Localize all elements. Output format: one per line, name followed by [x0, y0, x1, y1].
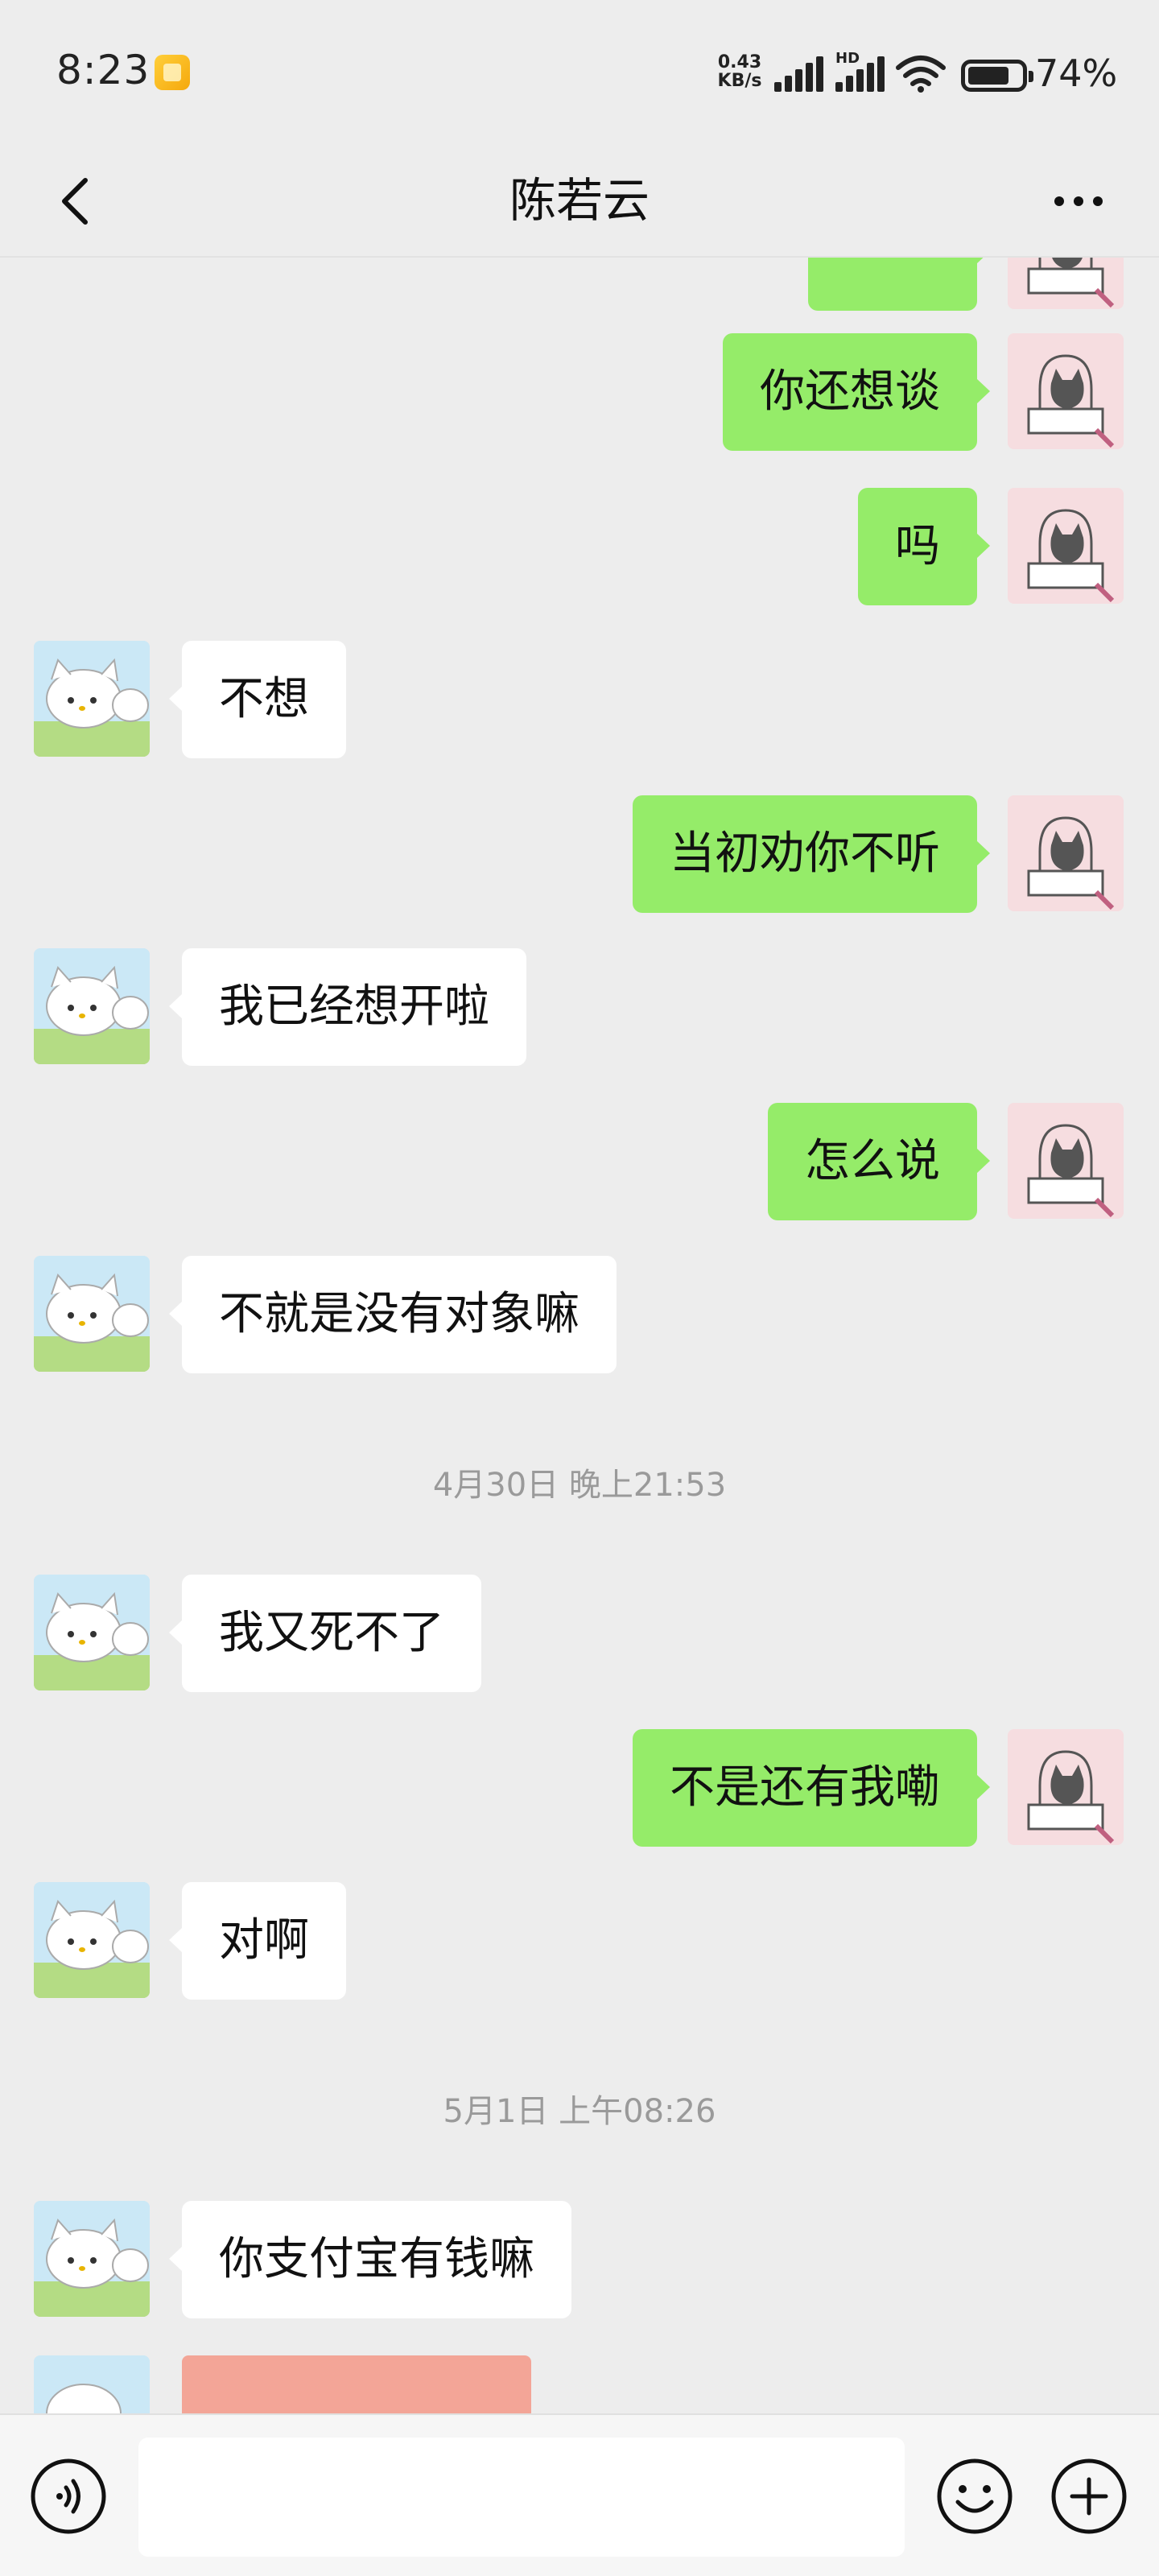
kitty-avatar-icon [34, 2355, 150, 2415]
avatar-theirs[interactable] [34, 2355, 150, 2415]
network-speed: 0.43 KB/s [711, 53, 768, 90]
message-bubble-theirs[interactable]: 你支付宝有钱嘛 [169, 2201, 571, 2318]
message-bubble-theirs[interactable]: 对啊 [169, 1882, 346, 2000]
avatar-mine[interactable] [1008, 258, 1124, 309]
kitty-avatar-icon [34, 2201, 150, 2317]
battery-icon [961, 60, 1033, 92]
avatar-theirs[interactable] [34, 1256, 150, 1372]
signal-icon [774, 56, 826, 92]
kitty-avatar-icon [34, 1882, 150, 1998]
network-speed-unit: KB/s [717, 71, 762, 91]
battery-percent: 74% [1035, 52, 1118, 95]
kitty-avatar-icon [34, 641, 150, 757]
cat-avatar-icon [1008, 258, 1124, 309]
avatar-mine[interactable] [1008, 488, 1124, 604]
message-bubble-theirs[interactable]: 不想 [169, 641, 346, 758]
message-bubble-mine[interactable]: 怎么说 [768, 1103, 990, 1220]
avatar-mine[interactable] [1008, 1103, 1124, 1219]
message-bubble-mine[interactable]: 吗 [858, 488, 990, 605]
avatar-theirs[interactable] [34, 1575, 150, 1690]
cat-avatar-icon [1008, 1103, 1124, 1219]
message-bubble-mine[interactable]: 当初劝你不听 [633, 795, 990, 913]
message-bubble-theirs[interactable]: 我已经想开啦 [169, 948, 526, 1066]
message-input[interactable] [138, 2438, 905, 2557]
avatar-theirs[interactable] [34, 641, 150, 757]
cat-avatar-icon [1008, 795, 1124, 911]
message-bubble-mine[interactable]: 你还想谈 [723, 333, 990, 451]
kitty-avatar-icon [34, 948, 150, 1064]
avatar-theirs[interactable] [34, 948, 150, 1064]
kitty-avatar-icon [34, 1575, 150, 1690]
avatar-theirs[interactable] [34, 1882, 150, 1998]
cat-avatar-icon [1008, 1729, 1124, 1845]
more-dots-icon[interactable] [1046, 169, 1111, 233]
avatar-mine[interactable] [1008, 795, 1124, 911]
input-bar [0, 2413, 1159, 2576]
cat-avatar-icon [1008, 333, 1124, 449]
wifi-icon [896, 56, 946, 93]
chat-header: 陈若云 [0, 145, 1159, 258]
emoji-icon[interactable] [935, 2457, 1014, 2536]
status-bar: 8:23 0.43 KB/s HD 74% [0, 0, 1159, 145]
message-bubble-theirs[interactable]: 我又死不了 [169, 1575, 481, 1692]
message-list[interactable]: … 你还想谈 吗 [0, 258, 1159, 2415]
kitty-avatar-icon [34, 1256, 150, 1372]
message-bubble-mine[interactable]: … [808, 258, 990, 311]
avatar-theirs[interactable] [34, 2201, 150, 2317]
network-speed-value: 0.43 [717, 52, 762, 72]
chat-title: 陈若云 [509, 173, 650, 228]
avatar-mine[interactable] [1008, 333, 1124, 449]
message-bubble-theirs[interactable]: 不就是没有对象嘛 [169, 1256, 617, 1373]
signal-icon-2 [835, 56, 887, 92]
cat-avatar-icon [1008, 488, 1124, 604]
plus-icon[interactable] [1050, 2457, 1128, 2536]
notification-app-icon [155, 55, 190, 90]
avatar-mine[interactable] [1008, 1729, 1124, 1845]
timestamp: 5月1日 上午08:26 [443, 2093, 716, 2130]
message-bubble-mine[interactable]: 不是还有我嘞 [633, 1729, 990, 1847]
image-message[interactable] [182, 2355, 531, 2415]
timestamp: 4月30日 晚上21:53 [432, 1467, 727, 1504]
status-time: 8:23 [56, 47, 151, 93]
voice-icon[interactable] [29, 2457, 108, 2536]
